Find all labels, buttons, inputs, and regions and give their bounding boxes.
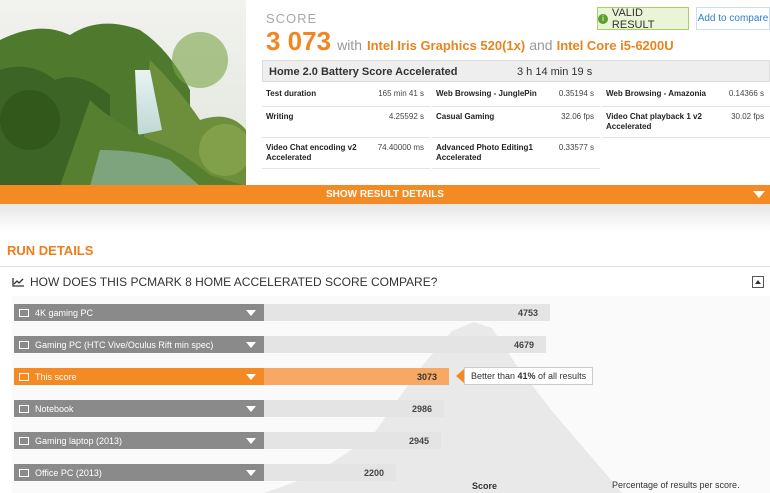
result-cell-value: 0.33577 s bbox=[558, 143, 594, 152]
result-cell: Writing 4.25592 s bbox=[262, 107, 430, 138]
compare-section-title: HOW DOES THIS PCMARK 8 HOME ACCELERATED … bbox=[12, 275, 437, 289]
callout-percent: 41% bbox=[517, 371, 536, 381]
better-than-callout: Better than 41% of all results bbox=[464, 367, 594, 385]
result-cell: Casual Gaming 32.06 fps bbox=[432, 107, 600, 138]
score-label: SCORE bbox=[266, 11, 318, 26]
chevron-down-icon bbox=[246, 374, 256, 380]
monitor-icon bbox=[19, 340, 29, 349]
info-icon: i bbox=[598, 13, 608, 24]
compare-title-text: HOW DOES THIS PCMARK 8 HOME ACCELERATED … bbox=[30, 275, 438, 289]
chevron-down-icon bbox=[246, 406, 256, 412]
chevron-down-icon bbox=[246, 342, 256, 348]
run-details-heading: RUN DETAILS bbox=[7, 243, 94, 258]
chevron-down-icon bbox=[246, 310, 256, 316]
comparison-bar: 2945 bbox=[264, 432, 441, 449]
comparison-row-label: Gaming PC (HTC Vive/Oculus Rift min spec… bbox=[35, 339, 214, 350]
result-cell-label: Web Browsing - Amazonia bbox=[606, 89, 707, 98]
result-cell-value: 165 min 41 s bbox=[378, 89, 424, 98]
result-cell: Advanced Photo Editing1 Accelerated 0.335… bbox=[432, 138, 600, 169]
trophy-icon bbox=[19, 372, 29, 381]
result-cell: Web Browsing - Amazonia 0.14366 s bbox=[602, 84, 770, 107]
result-cell: Web Browsing - JunglePin 0.35194 s bbox=[432, 84, 600, 107]
comparison-bar-value: 2945 bbox=[408, 436, 429, 446]
battery-score-header: Home 2.0 Battery Score Accelerated 3 h 1… bbox=[262, 60, 770, 82]
battery-score-value: 3 h 14 min 19 s bbox=[517, 66, 593, 78]
collapse-button[interactable] bbox=[752, 276, 764, 288]
result-cell-value: 0.14366 s bbox=[728, 89, 764, 98]
comparison-bar: 2200 bbox=[264, 464, 396, 481]
comparison-bar: 2986 bbox=[264, 400, 444, 417]
chart-icon bbox=[12, 278, 24, 287]
valid-result-label: VALID RESULT bbox=[611, 6, 655, 31]
chevron-down-icon bbox=[246, 438, 256, 444]
comparison-row-label: 4K gaming PC bbox=[35, 307, 94, 318]
comparison-bar-value: 2200 bbox=[363, 468, 384, 478]
gpu-link[interactable]: Intel Iris Graphics 520(1x) bbox=[367, 38, 525, 53]
benchmark-hero-image bbox=[0, 0, 246, 186]
comparison-row-selector[interactable]: Office PC (2013) bbox=[14, 464, 264, 481]
x-axis-title: Score bbox=[472, 481, 498, 491]
comparison-bar-value: 2986 bbox=[411, 404, 432, 414]
result-cell-value: 0.35194 s bbox=[558, 89, 594, 98]
result-cell-label: Video Chat encoding v2 Accelerated bbox=[266, 143, 357, 162]
monitor-icon bbox=[19, 404, 29, 413]
monitor-icon bbox=[19, 468, 29, 477]
comparison-row-label: Notebook bbox=[35, 403, 74, 414]
result-cell-label: Video Chat playback 1 v2 Accelerated bbox=[606, 112, 702, 131]
result-cell-label: Web Browsing - JunglePin bbox=[436, 89, 537, 98]
comparison-bar: 4679 bbox=[264, 336, 546, 353]
result-cell-label: Test duration bbox=[266, 89, 317, 98]
show-result-details-button[interactable]: SHOW RESULT DETAILS bbox=[0, 185, 770, 204]
comparison-bar: 4753 bbox=[264, 304, 550, 321]
cpu-link[interactable]: Intel Core i5-6200U bbox=[557, 38, 674, 53]
percentage-note: Percentage of results per score. bbox=[612, 480, 740, 490]
comparison-bar-value: 4753 bbox=[517, 308, 538, 318]
comparison-row-selector[interactable]: 4K gaming PC bbox=[14, 304, 264, 321]
add-to-compare-button[interactable]: Add to compare bbox=[696, 7, 770, 30]
valid-result-badge[interactable]: i VALID RESULT bbox=[597, 6, 689, 31]
result-cell-label: Casual Gaming bbox=[436, 112, 495, 121]
callout-suffix: of all results bbox=[535, 371, 587, 381]
comparison-row-selector[interactable]: Gaming PC (HTC Vive/Oculus Rift min spec… bbox=[14, 336, 264, 353]
result-cell: Video Chat playback 1 v2 Accelerated 30.0… bbox=[602, 107, 770, 138]
comparison-row-selector[interactable]: This score bbox=[14, 368, 264, 385]
result-cell: Video Chat encoding v2 Accelerated 74.400… bbox=[262, 138, 430, 169]
comparison-bar-value: 3073 bbox=[416, 372, 437, 382]
waterfall-landscape-image bbox=[0, 0, 246, 186]
chevron-down-icon bbox=[753, 191, 765, 198]
background-rock-banner bbox=[0, 204, 770, 232]
comparison-row-label: Office PC (2013) bbox=[35, 467, 102, 478]
comparison-bar-value: 4679 bbox=[513, 340, 534, 350]
show-result-details-label: SHOW RESULT DETAILS bbox=[326, 189, 444, 200]
comparison-row-label: This score bbox=[35, 371, 77, 382]
result-cell-label: Advanced Photo Editing1 Accelerated bbox=[436, 143, 533, 162]
battery-score-title: Home 2.0 Battery Score Accelerated bbox=[269, 66, 458, 78]
chevron-down-icon bbox=[246, 470, 256, 476]
comparison-row-selector[interactable]: Gaming laptop (2013) bbox=[14, 432, 264, 449]
score-and-text: and bbox=[529, 37, 553, 53]
callout-pointer bbox=[456, 369, 464, 383]
result-cell: Test duration 165 min 41 s bbox=[262, 84, 430, 107]
result-cell-label: Writing bbox=[266, 112, 294, 121]
result-cell-value: 74.40000 ms bbox=[377, 143, 424, 152]
result-cell-value: 30.02 fps bbox=[731, 112, 764, 121]
comparison-row-label: Gaming laptop (2013) bbox=[35, 435, 123, 446]
monitor-icon bbox=[19, 308, 29, 317]
callout-prefix: Better than bbox=[471, 371, 518, 381]
comparison-bar: 3073 bbox=[264, 368, 449, 385]
score-value: 3 073 bbox=[266, 26, 332, 56]
chevron-up-icon bbox=[755, 280, 761, 284]
score-with-text: with bbox=[337, 37, 362, 53]
result-cell-value: 4.25592 s bbox=[388, 112, 424, 121]
result-cell-value: 32.06 fps bbox=[561, 112, 594, 121]
monitor-icon bbox=[19, 436, 29, 445]
comparison-row-selector[interactable]: Notebook bbox=[14, 400, 264, 417]
section-divider bbox=[0, 266, 770, 267]
